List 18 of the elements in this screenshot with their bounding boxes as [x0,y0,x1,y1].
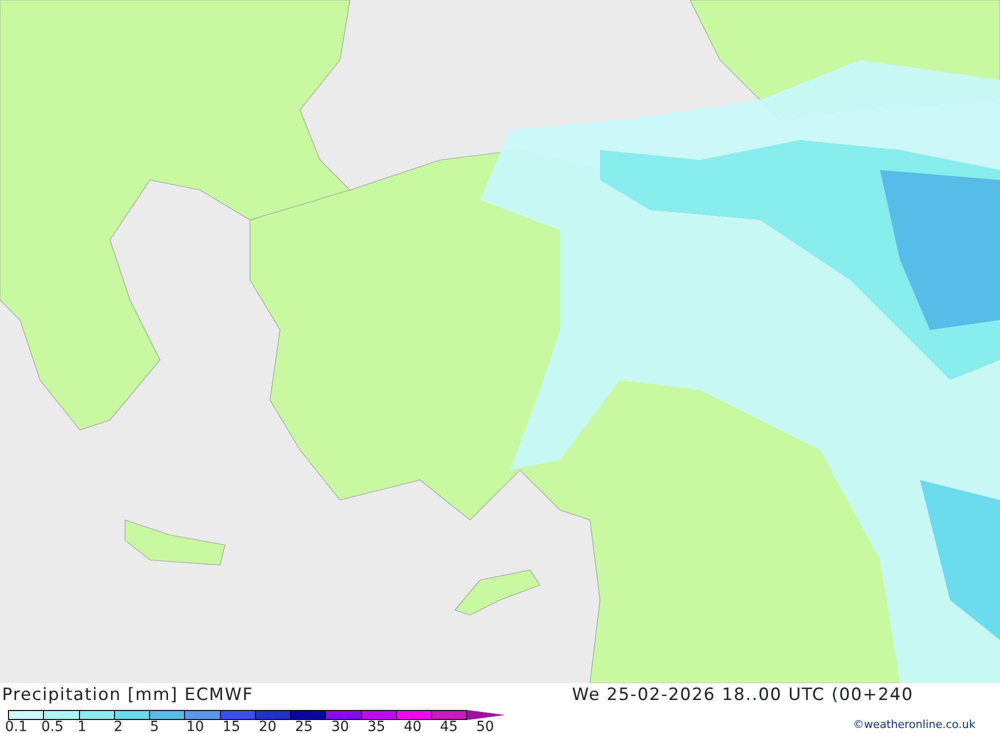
legend-label: 1 [78,719,88,733]
legend-label: 30 [331,719,350,733]
legend-label: 45 [440,719,459,733]
legend-label: 25 [295,719,314,733]
legend-label: 40 [404,719,423,733]
legend-label: 35 [368,719,386,733]
legend-label: 10 [186,719,206,733]
valid-time: We 25-02-2026 18..00 UTC (00+240 [572,684,914,707]
credit-link[interactable]: ©weatheronline.co.uk [853,717,976,733]
legend-label: 15 [222,719,242,733]
legend-label: 2 [114,719,124,733]
legend-label: 20 [258,719,278,733]
legend-label: 0.1 [5,719,28,733]
legend-label: 5 [150,719,160,733]
legend-arrow [467,710,506,720]
legend-label: 50 [476,719,496,733]
map-title: Precipitation [mm] ECMWF [2,684,254,707]
legend-label: 0.5 [41,719,65,733]
